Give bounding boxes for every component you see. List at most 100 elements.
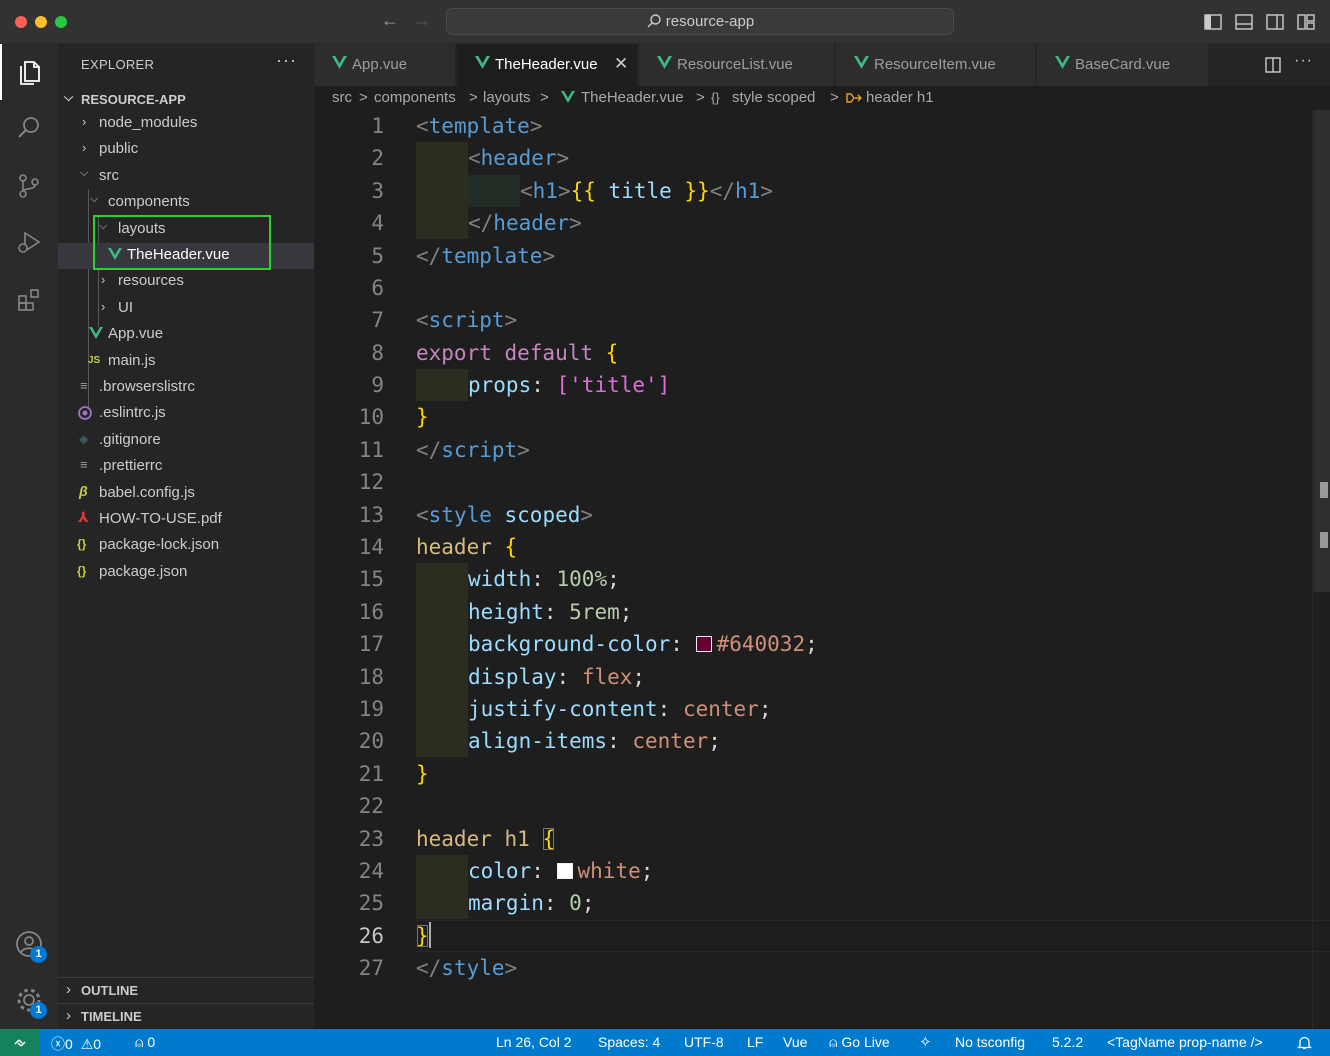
tab-app-vue[interactable]: App.vue — [314, 44, 456, 86]
extensions-activity[interactable] — [0, 272, 58, 328]
tree-file-how-to-use-pdf[interactable]: ⅄ HOW-TO-USE.pdf — [58, 507, 314, 533]
tree-folder-public[interactable]: › public — [58, 137, 314, 163]
tree-folder-src[interactable]: ⌵ src — [58, 164, 314, 190]
tree-item-label: components — [108, 193, 190, 210]
encoding-status[interactable]: UTF-8 — [684, 1034, 724, 1050]
indentation-status[interactable]: Spaces: 4 — [598, 1034, 660, 1050]
run-debug-activity[interactable] — [0, 214, 58, 270]
tab-basecard-vue[interactable]: BaseCard.vue — [1037, 44, 1209, 86]
activity-bar: 1 1 — [0, 44, 58, 1029]
go-live-button[interactable]: ⍝ Go Live — [829, 1034, 890, 1051]
token: style — [428, 503, 492, 527]
accounts-activity[interactable]: 1 — [0, 916, 58, 972]
search-activity[interactable] — [0, 100, 58, 156]
language-mode[interactable]: Vue — [783, 1034, 807, 1050]
breadcrumb: src > components > layouts > TheHeader.v… — [314, 86, 1330, 110]
color-swatch-icon[interactable] — [556, 863, 573, 879]
tree-item-label: .gitignore — [99, 431, 161, 448]
tree-folder-components[interactable]: ⌵ components — [58, 190, 314, 216]
prettier-icon[interactable]: ✧ — [919, 1033, 932, 1051]
problems-indicator[interactable]: ⓧ0 ⚠0 — [51, 1034, 101, 1054]
token: ; — [581, 891, 595, 915]
root-folder[interactable]: ⌵ RESOURCE-APP — [58, 88, 314, 110]
eol-status[interactable]: LF — [747, 1034, 763, 1050]
tab-theheader-vue[interactable]: TheHeader.vue ✕ — [457, 44, 638, 86]
tree-file-main-js[interactable]: JS main.js — [58, 349, 314, 375]
tree-folder-node-modules[interactable]: › node_modules — [58, 111, 314, 137]
timeline-panel-header[interactable]: › TIMELINE — [58, 1003, 314, 1029]
cursor-position[interactable]: Ln 26, Col 2 — [496, 1034, 572, 1050]
tree-folder-resources[interactable]: › resources — [58, 269, 314, 295]
vue-file-icon — [561, 91, 575, 103]
tsconfig-status[interactable]: No tsconfig — [955, 1034, 1025, 1050]
line-number: 8 — [371, 341, 384, 365]
minimize-window-button[interactable] — [35, 16, 47, 28]
customize-layout-icon[interactable] — [1296, 12, 1316, 32]
forward-arrow-icon[interactable]: → — [413, 10, 431, 31]
command-center-search[interactable]: resource-app — [446, 8, 954, 35]
json-file-icon: {} — [77, 537, 87, 551]
command-center-label: resource-app — [665, 13, 755, 30]
token: { — [605, 341, 619, 365]
token: ; — [758, 697, 772, 721]
source-control-activity[interactable] — [0, 158, 58, 214]
scrollbar-thumb[interactable] — [1314, 110, 1330, 592]
token: { — [542, 827, 556, 851]
tree-file-eslintrc[interactable]: .eslintrc.js — [58, 401, 314, 427]
outline-panel-header[interactable]: › OUTLINE — [58, 977, 314, 1003]
tree-file-gitignore[interactable]: ◆ .gitignore — [58, 428, 314, 454]
breadcrumb-item[interactable]: TheHeader.vue — [581, 89, 684, 106]
token: display — [468, 665, 557, 689]
maximize-window-button[interactable] — [55, 16, 67, 28]
tree-item-label: App.vue — [108, 325, 164, 342]
tree-file-package-json[interactable]: {} package.json — [58, 560, 314, 586]
token: flex — [581, 665, 633, 689]
breadcrumb-item[interactable]: header h1 — [866, 89, 934, 106]
tree-folder-ui[interactable]: › UI — [58, 296, 314, 322]
tree-item-label: layouts — [118, 220, 166, 237]
toggle-primary-sidebar-icon[interactable] — [1203, 12, 1223, 32]
code-line-13: 13 <style scoped> — [314, 499, 1314, 531]
files-icon — [20, 61, 40, 85]
tree-folder-layouts[interactable]: ⌵ layouts — [58, 217, 314, 243]
tag-name-status[interactable]: <TagName prop-name /> — [1107, 1034, 1263, 1050]
tree-file-theheader-vue[interactable]: TheHeader.vue — [58, 243, 314, 269]
split-editor-icon[interactable] — [1264, 56, 1282, 74]
toggle-secondary-sidebar-icon[interactable] — [1265, 12, 1285, 32]
token: white — [577, 859, 641, 883]
tree-file-browserslistrc[interactable]: ≡ .browserslistrc — [58, 375, 314, 401]
ports-indicator[interactable]: ⍝ 0 — [135, 1034, 155, 1051]
breadcrumb-item[interactable]: style scoped — [732, 89, 815, 106]
breadcrumb-item[interactable]: components — [374, 89, 456, 106]
explorer-activity[interactable] — [0, 44, 58, 100]
back-arrow-icon[interactable]: ← — [381, 10, 399, 31]
more-actions-icon[interactable]: ··· — [276, 50, 297, 71]
token: > — [760, 179, 773, 203]
tab-resourcelist-vue[interactable]: ResourceList.vue — [639, 44, 835, 86]
token: header — [480, 146, 557, 170]
token: : — [543, 600, 570, 624]
breadcrumb-item[interactable]: src — [332, 89, 352, 106]
token: { — [504, 535, 518, 559]
close-icon[interactable]: ✕ — [614, 54, 628, 74]
tree-item-label: TheHeader.vue — [127, 246, 230, 263]
bell-icon[interactable] — [1297, 1035, 1312, 1050]
tree-file-babel-config[interactable]: β babel.config.js — [58, 481, 314, 507]
manage-activity[interactable]: 1 — [0, 972, 58, 1028]
breadcrumb-separator: > — [830, 89, 839, 106]
tree-file-app-vue[interactable]: App.vue — [58, 322, 314, 348]
remote-indicator[interactable] — [0, 1029, 40, 1056]
tree-file-package-lock-json[interactable]: {} package-lock.json — [58, 533, 314, 559]
code-line-11: 11 </script> — [314, 434, 1314, 466]
tree-file-prettierrc[interactable]: ≡ .prettierrc — [58, 454, 314, 480]
code-editor[interactable]: 1 <template> 2 <header> 3 <h1>{{ title }}</… — [314, 110, 1330, 1029]
more-actions-icon[interactable]: ··· — [1294, 52, 1313, 70]
color-swatch-icon[interactable] — [695, 636, 712, 652]
typescript-version[interactable]: 5.2.2 — [1052, 1034, 1083, 1050]
breadcrumb-item[interactable]: layouts — [483, 89, 531, 106]
toggle-panel-icon[interactable] — [1234, 12, 1254, 32]
line-number: 11 — [358, 438, 384, 462]
tab-resourceitem-vue[interactable]: ResourceItem.vue — [836, 44, 1036, 86]
token: ; — [640, 859, 654, 883]
close-window-button[interactable] — [15, 16, 27, 28]
